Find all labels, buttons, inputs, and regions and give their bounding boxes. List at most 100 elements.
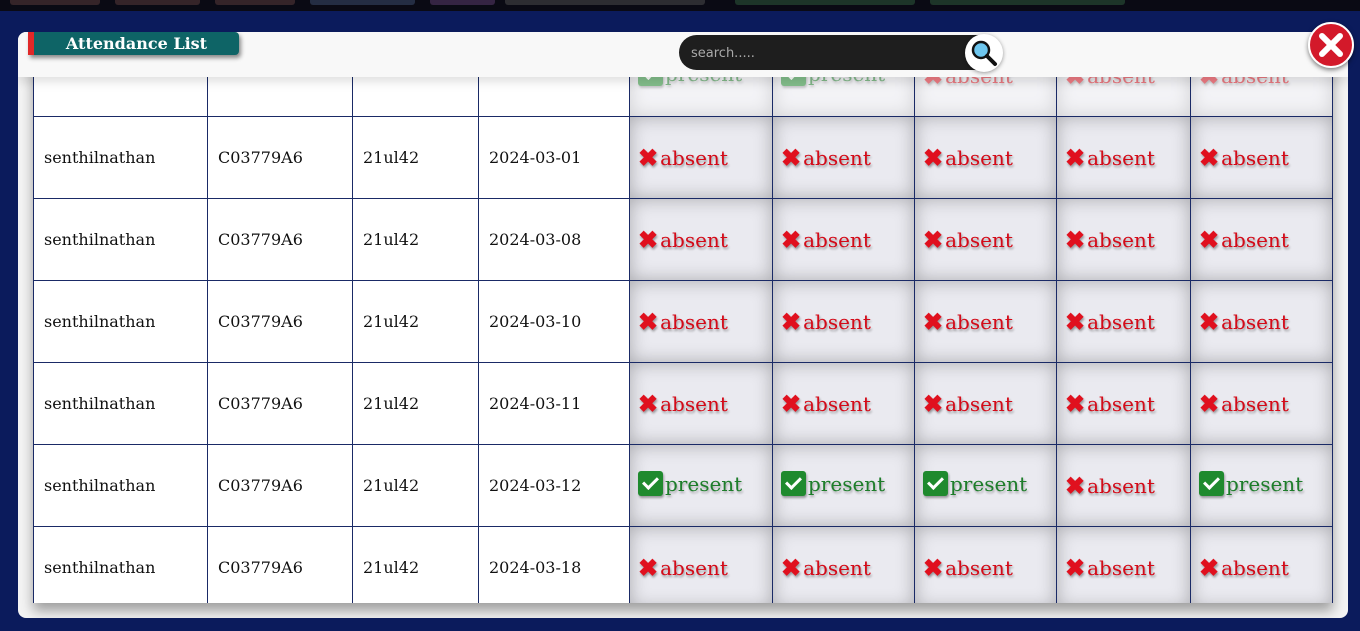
status-cell: ✖absent — [629, 362, 773, 445]
browser-bookmarks-strip — [0, 0, 1360, 11]
status-label: absent — [660, 555, 728, 580]
status-label: absent — [1087, 227, 1155, 252]
status-label: absent — [1087, 473, 1155, 498]
student-name-cell: senthilnathan — [33, 444, 208, 527]
attendance-modal: Attendance List presentpresent✖absent✖ab… — [18, 32, 1348, 618]
status-cell: ✖absent — [914, 280, 1057, 363]
status-cell: ✖absent — [1056, 526, 1191, 603]
date-cell: 2024-03-18 — [478, 526, 630, 603]
status-cell: ✖absent — [1190, 198, 1333, 281]
status-label: absent — [1087, 555, 1155, 580]
status-label: absent — [803, 145, 871, 170]
check-icon — [638, 471, 663, 496]
status-absent: ✖absent — [923, 225, 1013, 254]
status-cell: ✖absent — [1056, 280, 1191, 363]
bookmark-fragment — [505, 0, 705, 5]
bookmark-fragment — [735, 0, 915, 5]
status-cell: ✖absent — [629, 198, 773, 281]
status-cell: ✖absent — [1190, 280, 1333, 363]
cross-icon: ✖ — [1199, 225, 1220, 254]
status-cell: ✖absent — [772, 526, 915, 603]
status-label: absent — [660, 145, 728, 170]
modal-header: Attendance List — [18, 32, 1348, 77]
status-label: absent — [1221, 391, 1289, 416]
status-absent: ✖absent — [1065, 307, 1155, 336]
status-label: absent — [945, 227, 1013, 252]
status-cell: ✖absent — [1056, 362, 1191, 445]
status-absent: ✖absent — [638, 389, 728, 418]
cross-icon: ✖ — [1199, 389, 1220, 418]
student-id-cell: 21ul42 — [352, 280, 479, 363]
status-absent: ✖absent — [781, 225, 871, 254]
status-label: present — [950, 471, 1028, 496]
student-name-cell: senthilnathan — [33, 362, 208, 445]
status-cell: ✖absent — [914, 116, 1057, 199]
cross-icon: ✖ — [1199, 553, 1220, 582]
status-absent: ✖absent — [1065, 389, 1155, 418]
status-present: present — [781, 471, 885, 496]
status-cell: ✖absent — [1190, 116, 1333, 199]
search-button[interactable] — [965, 34, 1003, 72]
status-label: absent — [803, 309, 871, 334]
cross-icon: ✖ — [638, 553, 659, 582]
status-present: present — [923, 471, 1027, 496]
cross-icon: ✖ — [638, 389, 659, 418]
status-absent: ✖absent — [923, 307, 1013, 336]
close-button[interactable] — [1308, 22, 1354, 68]
status-label: absent — [1087, 145, 1155, 170]
status-label: absent — [803, 227, 871, 252]
date-cell: 2024-03-08 — [478, 198, 630, 281]
status-cell: ✖absent — [1056, 198, 1191, 281]
cross-icon: ✖ — [638, 225, 659, 254]
status-absent: ✖absent — [1065, 553, 1155, 582]
cross-icon: ✖ — [781, 389, 802, 418]
status-label: absent — [945, 391, 1013, 416]
cross-icon: ✖ — [923, 553, 944, 582]
status-absent: ✖absent — [1199, 143, 1289, 172]
status-absent: ✖absent — [923, 389, 1013, 418]
cross-icon: ✖ — [1199, 307, 1220, 336]
cross-icon: ✖ — [1065, 307, 1086, 336]
student-id-cell: 21ul42 — [352, 116, 479, 199]
cross-icon: ✖ — [1065, 225, 1086, 254]
status-label: absent — [1087, 309, 1155, 334]
status-cell: ✖absent — [629, 526, 773, 603]
bookmark-fragment — [115, 0, 200, 5]
status-cell: ✖absent — [1190, 526, 1333, 603]
student-code-cell: C03779A6 — [207, 362, 353, 445]
status-cell: ✖absent — [772, 116, 915, 199]
status-label: absent — [660, 391, 728, 416]
cross-icon: ✖ — [638, 143, 659, 172]
search-input[interactable] — [689, 35, 963, 72]
status-cell: ✖absent — [1056, 116, 1191, 199]
bookmark-fragment — [10, 0, 100, 5]
status-label: absent — [660, 309, 728, 334]
table-row: senthilnathan C03779A6 21ul42 2024-03-11 ✖ ab… — [33, 362, 1333, 445]
status-absent: ✖absent — [781, 389, 871, 418]
attendance-table-wrapper[interactable]: presentpresent✖absent✖absent✖absentsenth… — [33, 60, 1333, 603]
student-code-cell: C03779A6 — [207, 280, 353, 363]
date-cell: 2024-03-11 — [478, 362, 630, 445]
cross-icon: ✖ — [781, 143, 802, 172]
status-cell: ✖absent — [914, 526, 1057, 603]
status-label: absent — [945, 309, 1013, 334]
close-icon — [1319, 33, 1343, 57]
cross-icon: ✖ — [923, 307, 944, 336]
table-row: senthilnathan C03779A6 21ul42 2024-03-10 ✖ ab… — [33, 280, 1333, 363]
status-present: present — [638, 471, 742, 496]
bookmark-fragment — [930, 0, 1125, 5]
status-label: present — [665, 471, 743, 496]
status-absent: ✖absent — [638, 225, 728, 254]
status-cell: ✖absent — [1056, 444, 1191, 527]
status-absent: ✖absent — [1065, 143, 1155, 172]
cross-icon: ✖ — [638, 307, 659, 336]
status-cell: ✖absent — [914, 198, 1057, 281]
table-row: senthilnathan C03779A6 21ul42 2024-03-01 ✖ ab… — [33, 116, 1333, 199]
table-row: senthilnathan C03779A6 21ul42 2024-03-12 pre… — [33, 444, 1333, 527]
status-label: absent — [945, 555, 1013, 580]
student-code-cell: C03779A6 — [207, 444, 353, 527]
student-id-cell: 21ul42 — [352, 444, 479, 527]
status-label: absent — [1221, 309, 1289, 334]
student-code-cell: C03779A6 — [207, 526, 353, 603]
status-label: present — [808, 471, 886, 496]
